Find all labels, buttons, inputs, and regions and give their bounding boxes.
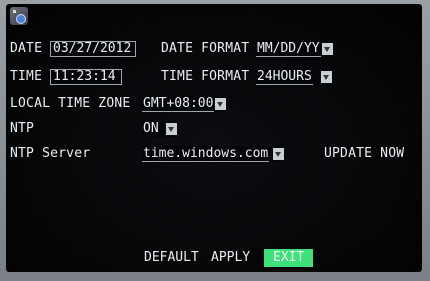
chevron-down-icon[interactable] — [215, 98, 227, 110]
time-zone-select[interactable]: GMT+08:00 — [142, 96, 227, 112]
logo-clock-ring — [16, 14, 26, 24]
date-format-value: MM/DD/YY — [256, 41, 321, 57]
ntp-server-label: NTP Server — [10, 146, 91, 161]
ntp-label: NTP — [10, 121, 35, 136]
time-format-value: 24HOURS — [256, 69, 313, 85]
update-now-button[interactable]: UPDATE NOW — [324, 146, 404, 162]
ntp-server-value: time.windows.com — [142, 146, 270, 162]
time-format-label: TIME FORMAT — [161, 69, 250, 84]
chevron-down-icon[interactable] — [321, 43, 333, 55]
ntp-server-select[interactable]: time.windows.com — [142, 146, 285, 162]
time-label: TIME — [10, 69, 43, 84]
time-format-select[interactable]: 24HOURS — [256, 69, 332, 85]
ntp-value: ON — [143, 121, 159, 136]
local-time-zone-label: LOCAL TIME ZONE — [10, 96, 131, 111]
apply-button[interactable]: APPLY — [211, 249, 250, 267]
default-button[interactable]: DEFAULT — [144, 249, 199, 267]
exit-button[interactable]: EXIT — [264, 249, 314, 267]
monitor-bezel: DATE 03/27/2012 DATE FORMAT MM/DD/YY TIM… — [0, 0, 430, 281]
chevron-down-icon[interactable] — [165, 123, 177, 135]
time-field[interactable]: 11:23:14 — [50, 69, 122, 85]
chevron-down-icon[interactable] — [320, 71, 332, 83]
date-label: DATE — [10, 41, 43, 56]
date-format-select[interactable]: MM/DD/YY — [256, 41, 333, 57]
date-format-label: DATE FORMAT — [161, 41, 250, 56]
logo-dot — [13, 10, 16, 13]
time-settings-screen: DATE 03/27/2012 DATE FORMAT MM/DD/YY TIM… — [6, 4, 422, 272]
chevron-down-icon[interactable] — [273, 148, 285, 160]
date-field[interactable]: 03/27/2012 — [50, 41, 136, 57]
time-zone-value: GMT+08:00 — [142, 96, 215, 112]
system-clock-icon — [10, 7, 28, 25]
ntp-select[interactable]: ON — [142, 121, 177, 137]
